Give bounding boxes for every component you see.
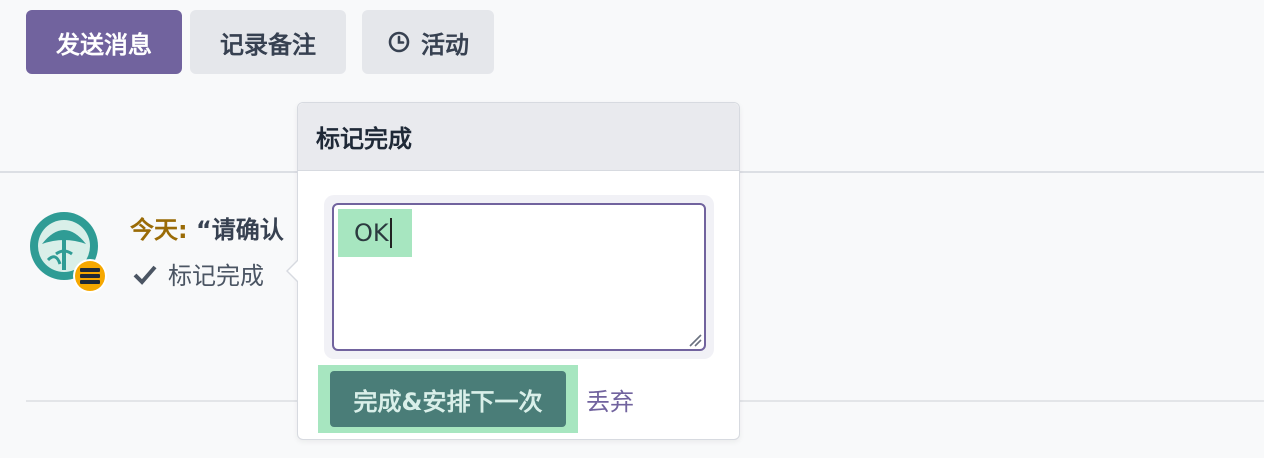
activity-button[interactable]: 活动 (362, 10, 494, 74)
mark-done-popover: 标记完成 OK 完成&安排下一次 丢弃 (286, 102, 740, 440)
feedback-text: OK (354, 219, 389, 247)
discard-button[interactable]: 丢弃 (586, 382, 634, 417)
mark-done-link[interactable]: 标记完成 (132, 256, 264, 291)
popover-title: 标记完成 (298, 103, 739, 171)
log-note-button[interactable]: 记录备注 (190, 10, 346, 74)
done-button-highlight: 完成&安排下一次 (318, 365, 578, 433)
activity-date: 今天: (130, 216, 188, 244)
resize-grip-icon[interactable] (688, 333, 702, 347)
activity-button-label: 活动 (421, 30, 469, 59)
activity-summary-line: 今天: “请确认 (130, 210, 284, 245)
feedback-field-wrapper: OK (324, 195, 714, 359)
feedback-textarea[interactable]: OK (332, 203, 706, 351)
activity-type-badge (72, 258, 108, 294)
popover-arrow-fill (288, 260, 299, 282)
done-schedule-next-button[interactable]: 完成&安排下一次 (330, 371, 566, 427)
activity-summary: “请确认 (195, 216, 284, 244)
mark-done-label: 标记完成 (168, 262, 264, 290)
clock-icon (387, 30, 411, 54)
chatter-toolbar: 发送消息 记录备注 活动 (26, 10, 494, 74)
check-icon (132, 261, 158, 287)
popover-actions: 完成&安排下一次 丢弃 (318, 365, 634, 433)
send-message-button[interactable]: 发送消息 (26, 10, 182, 74)
feedback-value: OK (338, 209, 412, 257)
text-caret (389, 218, 392, 248)
